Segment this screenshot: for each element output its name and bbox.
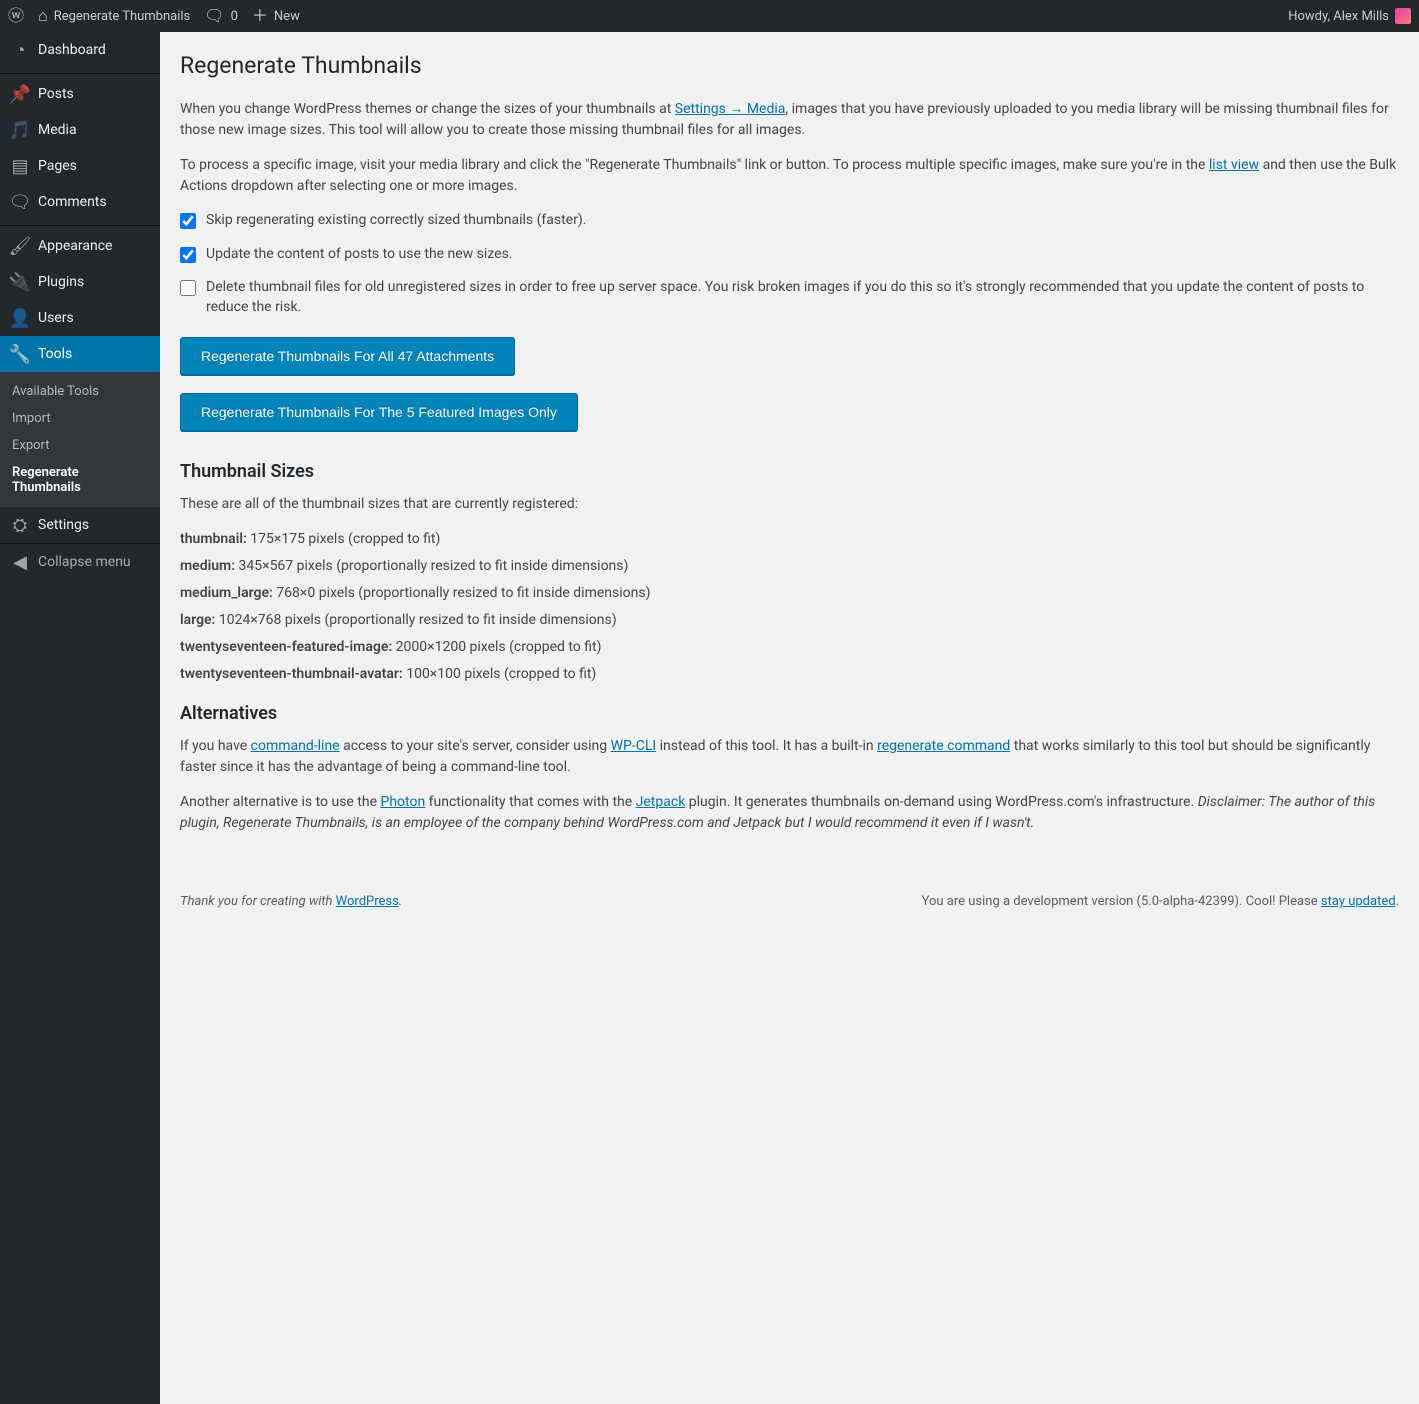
settings-icon: ⛭	[10, 515, 30, 535]
brush-icon: 🖌	[10, 236, 30, 256]
sidebar-item-plugins[interactable]: 🔌 Plugins	[0, 264, 160, 300]
collapse-menu[interactable]: ◀ Collapse menu	[0, 543, 160, 580]
alternatives-heading: Alternatives	[180, 703, 1399, 724]
home-icon: ⌂	[38, 8, 48, 24]
media-icon: 🎵	[10, 120, 30, 140]
sidebar-item-appearance[interactable]: 🖌 Appearance	[0, 225, 160, 264]
list-view-link[interactable]: list view	[1209, 157, 1259, 173]
comment-icon: 🗨	[10, 192, 30, 212]
intro-paragraph-2: To process a specific image, visit your …	[180, 155, 1399, 197]
sidebar-item-media[interactable]: 🎵 Media	[0, 112, 160, 148]
sidebar-label: Dashboard	[38, 42, 106, 58]
checkbox-skip-existing[interactable]: Skip regenerating existing correctly siz…	[180, 211, 1399, 231]
page-icon: ▤	[10, 156, 30, 176]
wordpress-link[interactable]: WordPress	[336, 894, 399, 909]
sidebar-label: Pages	[38, 158, 77, 174]
admin-footer: Thank you for creating with WordPress. Y…	[180, 894, 1399, 909]
size-item: twentyseventeen-featured-image: 2000×120…	[180, 637, 1399, 658]
sidebar-label: Tools	[38, 346, 72, 362]
admin-bar: ⓦ ⌂Regenerate Thumbnails 🗨0 ＋New Howdy, …	[0, 0, 1419, 32]
submenu-import[interactable]: Import	[0, 405, 160, 432]
account-link[interactable]: Howdy, Alex Mills	[1288, 8, 1411, 24]
regenerate-all-button[interactable]: Regenerate Thumbnails For All 47 Attachm…	[180, 337, 515, 375]
alternatives-paragraph-1: If you have command-line access to your …	[180, 736, 1399, 778]
settings-media-link[interactable]: Settings → Media	[675, 101, 786, 117]
admin-sidebar: ◔ Dashboard 📌 Posts 🎵 Media ▤ Pages 🗨 Comment…	[0, 32, 160, 1404]
checkbox-label: Skip regenerating existing correctly siz…	[206, 211, 586, 231]
footer-version: You are using a development version (5.0…	[922, 894, 1399, 909]
wordpress-icon: ⓦ	[8, 8, 24, 24]
footer-thanks: Thank you for creating with WordPress.	[180, 894, 402, 909]
tools-submenu: Available Tools Import Export Regenerate…	[0, 372, 160, 507]
sidebar-item-settings[interactable]: ⛭ Settings	[0, 507, 160, 543]
checkbox-update-input[interactable]	[180, 247, 196, 263]
sizes-intro: These are all of the thumbnail sizes tha…	[180, 494, 1399, 515]
user-icon: 👤	[10, 308, 30, 328]
sidebar-label: Comments	[38, 194, 107, 210]
sidebar-item-users[interactable]: 👤 Users	[0, 300, 160, 336]
dashboard-icon: ◔	[10, 40, 30, 60]
sidebar-label: Posts	[38, 86, 74, 102]
sidebar-label: Users	[38, 310, 74, 326]
submenu-available-tools[interactable]: Available Tools	[0, 378, 160, 405]
intro-paragraph-1: When you change WordPress themes or chan…	[180, 99, 1399, 141]
photon-link[interactable]: Photon	[381, 794, 426, 810]
site-name-label: Regenerate Thumbnails	[54, 9, 191, 24]
size-item: medium: 345×567 pixels (proportionally r…	[180, 556, 1399, 577]
new-label: New	[274, 9, 300, 24]
comments-count: 0	[231, 9, 238, 24]
greeting-text: Howdy, Alex Mills	[1288, 9, 1389, 24]
alternatives-paragraph-2: Another alternative is to use the Photon…	[180, 792, 1399, 834]
checkbox-update-content[interactable]: Update the content of posts to use the n…	[180, 245, 1399, 265]
sizes-list: thumbnail: 175×175 pixels (cropped to fi…	[180, 529, 1399, 685]
size-item: large: 1024×768 pixels (proportionally r…	[180, 610, 1399, 631]
size-item: medium_large: 768×0 pixels (proportional…	[180, 583, 1399, 604]
sidebar-item-posts[interactable]: 📌 Posts	[0, 73, 160, 112]
comment-icon: 🗨	[204, 8, 224, 24]
new-content-link[interactable]: ＋ New	[252, 8, 300, 24]
checkbox-delete-input[interactable]	[180, 280, 196, 296]
submenu-regenerate[interactable]: Regenerate Thumbnails	[0, 459, 160, 501]
plug-icon: 🔌	[10, 272, 30, 292]
pin-icon: 📌	[10, 84, 30, 104]
wpcli-link[interactable]: WP-CLI	[611, 738, 657, 754]
collapse-label: Collapse menu	[38, 554, 131, 570]
page-title: Regenerate Thumbnails	[180, 52, 1399, 79]
avatar	[1395, 8, 1411, 24]
checkbox-delete-old[interactable]: Delete thumbnail files for old unregiste…	[180, 278, 1399, 317]
comments-link[interactable]: 🗨0	[204, 8, 238, 24]
plus-icon: ＋	[252, 8, 268, 24]
checkbox-skip-input[interactable]	[180, 213, 196, 229]
sidebar-item-tools[interactable]: 🔧 Tools	[0, 336, 160, 372]
regenerate-featured-button[interactable]: Regenerate Thumbnails For The 5 Featured…	[180, 393, 578, 431]
sidebar-label: Media	[38, 122, 77, 138]
jetpack-link[interactable]: Jetpack	[636, 794, 686, 810]
sidebar-item-pages[interactable]: ▤ Pages	[0, 148, 160, 184]
command-line-link[interactable]: command-line	[251, 738, 340, 754]
sidebar-item-comments[interactable]: 🗨 Comments	[0, 184, 160, 220]
wp-logo[interactable]: ⓦ	[8, 8, 24, 24]
content-area: Regenerate Thumbnails When you change Wo…	[160, 32, 1419, 1404]
sidebar-label: Plugins	[38, 274, 84, 290]
regenerate-command-link[interactable]: regenerate command	[877, 738, 1010, 754]
checkbox-label: Update the content of posts to use the n…	[206, 245, 513, 265]
sidebar-item-dashboard[interactable]: ◔ Dashboard	[0, 32, 160, 68]
submenu-export[interactable]: Export	[0, 432, 160, 459]
thumbnail-sizes-heading: Thumbnail Sizes	[180, 461, 1399, 482]
stay-updated-link[interactable]: stay updated	[1321, 894, 1396, 909]
wrench-icon: 🔧	[10, 344, 30, 364]
sidebar-label: Settings	[38, 517, 89, 533]
checkbox-label: Delete thumbnail files for old unregiste…	[206, 278, 1399, 317]
site-name-link[interactable]: ⌂ Regenerate Thumbnails	[38, 8, 190, 24]
collapse-icon: ◀	[10, 552, 30, 572]
size-item: twentyseventeen-thumbnail-avatar: 100×10…	[180, 664, 1399, 685]
sidebar-label: Appearance	[38, 238, 112, 254]
size-item: thumbnail: 175×175 pixels (cropped to fi…	[180, 529, 1399, 550]
